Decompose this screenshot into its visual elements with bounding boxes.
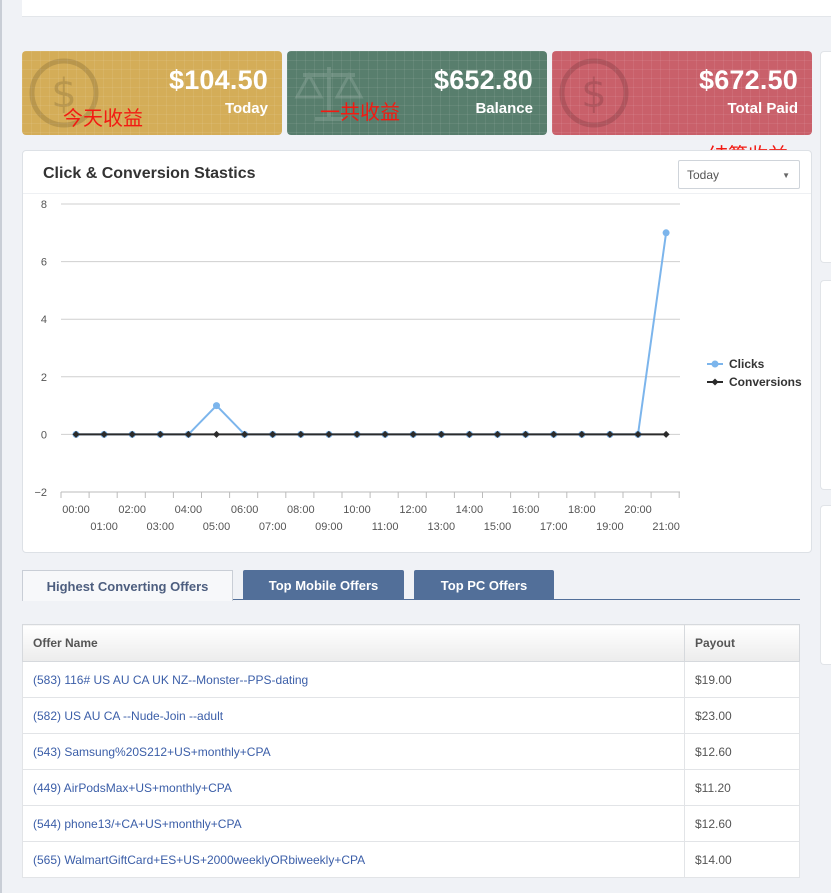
left-edge-border — [0, 0, 2, 893]
legend-marker — [711, 360, 719, 368]
right-panel-bottom — [820, 505, 831, 665]
balance-amount: $652.80 — [434, 65, 533, 95]
x-tick-label: 04:00 — [175, 504, 203, 516]
table-row: (544) phone13/+CA+US+monthly+CPA $12.60 — [22, 805, 800, 842]
legend-marker — [711, 378, 719, 386]
y-tick-label: 8 — [41, 199, 47, 211]
column-header-offer-name: Offer Name — [22, 624, 685, 662]
y-tick-label: 2 — [41, 372, 47, 384]
x-tick-label: 07:00 — [259, 521, 287, 533]
chart-panel: Click & Conversion Stastics Today ▼ 8642… — [22, 150, 812, 553]
right-panel-top — [820, 51, 831, 263]
x-tick-label: 12:00 — [399, 504, 427, 516]
x-tick-label: 11:00 — [372, 521, 399, 533]
today-label: Today — [224, 100, 268, 117]
top-panel — [22, 0, 831, 17]
tabs-underline — [233, 599, 800, 600]
stat-card-total-paid: $ $672.50 Total Paid — [552, 51, 812, 135]
x-tick-label: 13:00 — [428, 521, 456, 533]
tab-highest-converting-offers[interactable]: Highest Converting Offers — [22, 570, 233, 601]
today-amount: $104.50 — [169, 65, 268, 95]
dollar-icon: $ — [559, 58, 629, 128]
table-row: (543) Samsung%20S212+US+monthly+CPA $12.… — [22, 733, 800, 770]
x-tick-label: 05:00 — [203, 521, 231, 533]
table-row: (565) WalmartGiftCard+ES+US+2000weeklyOR… — [22, 841, 800, 878]
right-panel-middle — [820, 280, 831, 490]
table-row: (582) US AU CA --Nude-Join --adult $23.0… — [22, 697, 800, 734]
clicks-point — [662, 229, 670, 237]
x-tick-label: 16:00 — [512, 504, 540, 516]
x-tick-label: 17:00 — [540, 521, 568, 533]
y-tick-label: 0 — [41, 429, 47, 441]
y-tick-label: 4 — [41, 314, 47, 326]
x-tick-label: 00:00 — [62, 504, 90, 516]
conversions-point — [662, 430, 670, 438]
annotation-today: 今天收益 — [63, 108, 143, 130]
conversions-point — [213, 430, 220, 438]
x-tick-label: 03:00 — [147, 521, 175, 533]
offer-payout: $23.00 — [684, 697, 800, 734]
tab-top-pc-offers[interactable]: Top PC Offers — [414, 570, 554, 600]
offer-name-link[interactable]: (544) phone13/+CA+US+monthly+CPA — [22, 805, 685, 842]
table-header-row: Offer Name Payout — [22, 624, 800, 662]
y-tick-label: −2 — [34, 487, 47, 499]
clicks-point — [213, 402, 220, 410]
stat-card-today: $ $104.50 Today — [22, 51, 282, 135]
offers-table: Offer Name Payout (583) 116# US AU CA UK… — [22, 624, 800, 878]
x-tick-label: 21:00 — [652, 521, 680, 533]
x-tick-label: 09:00 — [315, 521, 343, 533]
legend-label: Clicks — [729, 357, 765, 371]
offer-name-link[interactable]: (565) WalmartGiftCard+ES+US+2000weeklyOR… — [22, 841, 685, 878]
annotation-balance: 一共收益 — [320, 102, 400, 124]
x-tick-label: 01:00 — [90, 521, 118, 533]
offer-payout: $19.00 — [684, 661, 800, 698]
svg-text:$: $ — [581, 71, 606, 117]
x-tick-label: 20:00 — [624, 504, 652, 516]
x-tick-label: 14:00 — [456, 504, 484, 516]
total-paid-amount: $672.50 — [699, 65, 798, 95]
column-header-payout: Payout — [684, 624, 800, 662]
balance-label: Balance — [475, 100, 533, 117]
x-tick-label: 18:00 — [568, 504, 596, 516]
tab-top-mobile-offers[interactable]: Top Mobile Offers — [243, 570, 404, 600]
offer-name-link[interactable]: (582) US AU CA --Nude-Join --adult — [22, 697, 685, 734]
offer-payout: $11.20 — [684, 769, 800, 806]
x-tick-label: 19:00 — [596, 521, 624, 533]
offer-name-link[interactable]: (543) Samsung%20S212+US+monthly+CPA — [22, 733, 685, 770]
offer-payout: $14.00 — [684, 841, 800, 878]
offer-name-link[interactable]: (583) 116# US AU CA UK NZ--Monster--PPS-… — [22, 661, 685, 698]
x-tick-label: 10:00 — [343, 504, 371, 516]
x-tick-label: 02:00 — [118, 504, 146, 516]
table-row: (449) AirPodsMax+US+monthly+CPA $11.20 — [22, 769, 800, 806]
x-tick-label: 15:00 — [484, 521, 512, 533]
x-tick-label: 08:00 — [287, 504, 315, 516]
offer-name-link[interactable]: (449) AirPodsMax+US+monthly+CPA — [22, 769, 685, 806]
series-line-clicks — [76, 232, 668, 436]
offer-payout: $12.60 — [684, 805, 800, 842]
offer-payout: $12.60 — [684, 733, 800, 770]
x-tick-label: 06:00 — [231, 504, 259, 516]
y-tick-label: 6 — [41, 257, 47, 269]
legend-label: Conversions — [729, 375, 802, 389]
total-paid-label: Total Paid — [727, 100, 798, 117]
line-chart: 8 6 4 2 0 −2 00:0001:0002:0003:0004:0005:0006:… — [34, 199, 802, 533]
table-row: (583) 116# US AU CA UK NZ--Monster--PPS-… — [22, 661, 800, 698]
